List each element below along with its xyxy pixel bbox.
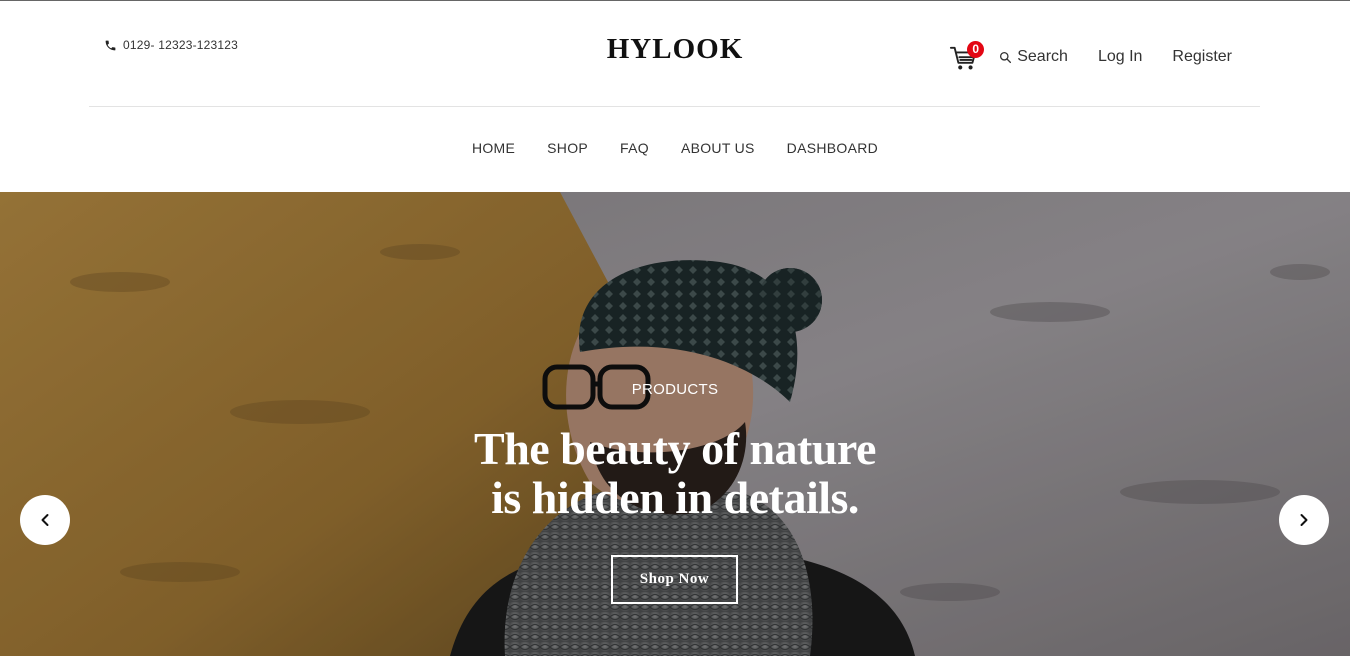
shop-now-button[interactable]: Shop Now	[611, 555, 738, 604]
logo-text[interactable]: HYLOOK	[607, 33, 744, 65]
header-actions: 0 Search Log In Register	[949, 40, 1232, 74]
hero-title-line-2: is hidden in details.	[491, 472, 859, 523]
search-icon	[1000, 51, 1012, 63]
search-link[interactable]: Search	[999, 48, 1068, 66]
phone-number: 0129- 12323-123123	[123, 38, 239, 52]
menu-item-home[interactable]: HOME	[472, 140, 515, 156]
search-label: Search	[1017, 48, 1068, 65]
hero-title-line-1: The beauty of nature	[474, 423, 876, 474]
contact-phone[interactable]: 0129- 12323-123123	[104, 38, 238, 52]
chevron-left-icon	[41, 514, 49, 526]
hero-content: PRODUCTS The beauty of nature is hidden …	[0, 192, 1350, 656]
hero-kicker: PRODUCTS	[631, 381, 719, 398]
header-divider	[89, 106, 1260, 107]
menu-item-dashboard[interactable]: DASHBOARD	[787, 140, 878, 156]
menu-item-faq[interactable]: FAQ	[620, 140, 649, 156]
phone-icon	[105, 40, 116, 50]
hero-slider: PRODUCTS The beauty of nature is hidden …	[0, 192, 1350, 656]
chevron-right-icon	[1300, 514, 1308, 526]
cart-count-badge: 0	[967, 41, 985, 58]
slider-prev-button[interactable]	[20, 495, 70, 545]
hero-title: The beauty of nature is hidden in detail…	[0, 424, 1350, 522]
site-header: 0129- 12323-123123 HYLOOK 0 Search Log I…	[0, 0, 1350, 106]
cart-button[interactable]: 0	[949, 40, 985, 74]
menu-item-about-us[interactable]: ABOUT US	[681, 140, 755, 156]
login-link[interactable]: Log In	[1098, 48, 1142, 66]
slider-next-button[interactable]	[1279, 495, 1329, 545]
menu-item-shop[interactable]: SHOP	[547, 140, 588, 156]
register-link[interactable]: Register	[1172, 48, 1232, 66]
main-menu: HOME SHOP FAQ ABOUT US DASHBOARD	[0, 140, 1350, 156]
